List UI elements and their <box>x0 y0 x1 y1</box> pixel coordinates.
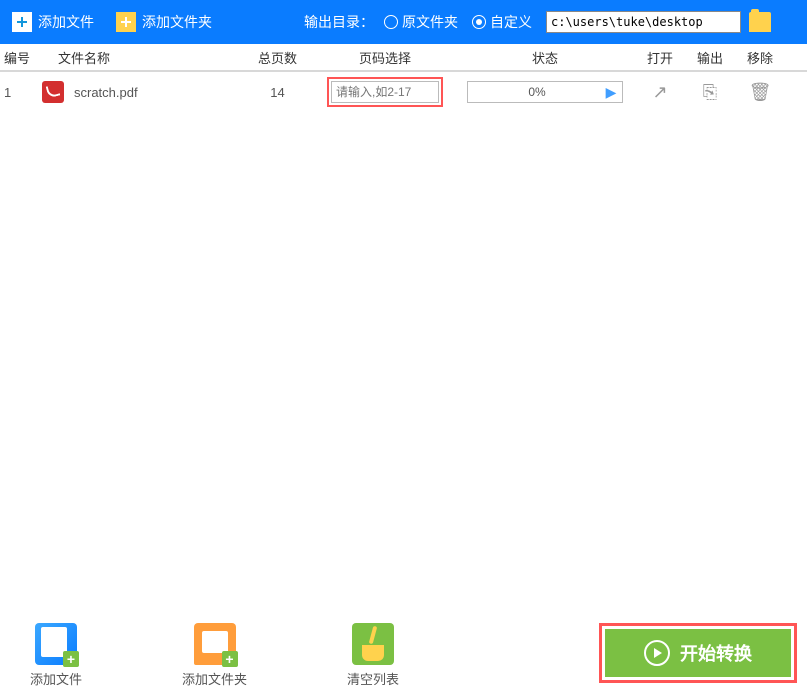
trash-icon[interactable]: 🗑 <box>749 82 772 102</box>
open-icon[interactable]: ↗ <box>652 82 667 102</box>
add-folder-button[interactable]: 添加文件夹 <box>116 12 212 32</box>
bottom-add-folder[interactable]: 添加文件夹 <box>182 623 247 688</box>
pdf-icon <box>42 81 64 103</box>
table-header: 编号 文件名称 总页数 页码选择 状态 打开 输出 移除 <box>0 44 807 72</box>
bottom-clear-label: 清空列表 <box>347 669 399 688</box>
row-pages: 14 <box>240 85 315 100</box>
radio-original-folder[interactable]: 原文件夹 <box>384 12 458 32</box>
header-num: 编号 <box>0 48 30 67</box>
progress-text: 0% <box>468 85 600 99</box>
table-row: 1 scratch.pdf 14 0% ▶ ↗ ⎘ 🗑 <box>0 72 807 112</box>
radio-checked-icon <box>472 15 486 29</box>
browse-folder-button[interactable] <box>749 12 771 32</box>
radio-icon <box>384 15 398 29</box>
page-range-input[interactable] <box>331 81 439 103</box>
row-num: 1 <box>0 85 30 100</box>
start-label: 开始转换 <box>680 640 752 666</box>
output-icon[interactable]: ⎘ <box>703 82 717 102</box>
progress-bar: 0% ▶ <box>467 81 623 103</box>
page-input-highlight <box>327 77 443 107</box>
radio-custom-label: 自定义 <box>490 12 532 32</box>
start-convert-button[interactable]: 开始转换 <box>605 629 791 677</box>
header-output: 输出 <box>685 48 735 67</box>
bottom-add-folder-label: 添加文件夹 <box>182 669 247 688</box>
add-file-button[interactable]: 添加文件 <box>12 12 94 32</box>
bottom-add-file-label: 添加文件 <box>30 669 82 688</box>
radio-original-label: 原文件夹 <box>402 12 458 32</box>
play-icon <box>644 640 670 666</box>
plus-icon <box>12 12 32 32</box>
add-folder-label: 添加文件夹 <box>142 12 212 32</box>
header-name: 文件名称 <box>30 48 240 67</box>
output-dir-label: 输出目录： <box>304 12 374 32</box>
progress-play-icon[interactable]: ▶ <box>600 82 622 102</box>
broom-icon <box>352 623 394 665</box>
add-file-label: 添加文件 <box>38 12 94 32</box>
add-folder-icon <box>194 623 236 665</box>
header-pages: 总页数 <box>240 48 315 67</box>
bottom-add-file[interactable]: 添加文件 <box>30 623 82 688</box>
bottom-clear-list[interactable]: 清空列表 <box>347 623 399 688</box>
header-sel: 页码选择 <box>315 48 455 67</box>
top-toolbar: 添加文件 添加文件夹 输出目录： 原文件夹 自定义 <box>0 0 807 44</box>
radio-custom-folder[interactable]: 自定义 <box>472 12 532 32</box>
add-file-icon <box>35 623 77 665</box>
header-remove: 移除 <box>735 48 785 67</box>
start-button-highlight: 开始转换 <box>599 623 797 683</box>
header-status: 状态 <box>455 48 635 67</box>
output-path-input[interactable] <box>546 11 741 33</box>
header-open: 打开 <box>635 48 685 67</box>
file-name: scratch.pdf <box>74 85 138 100</box>
plus-folder-icon <box>116 12 136 32</box>
